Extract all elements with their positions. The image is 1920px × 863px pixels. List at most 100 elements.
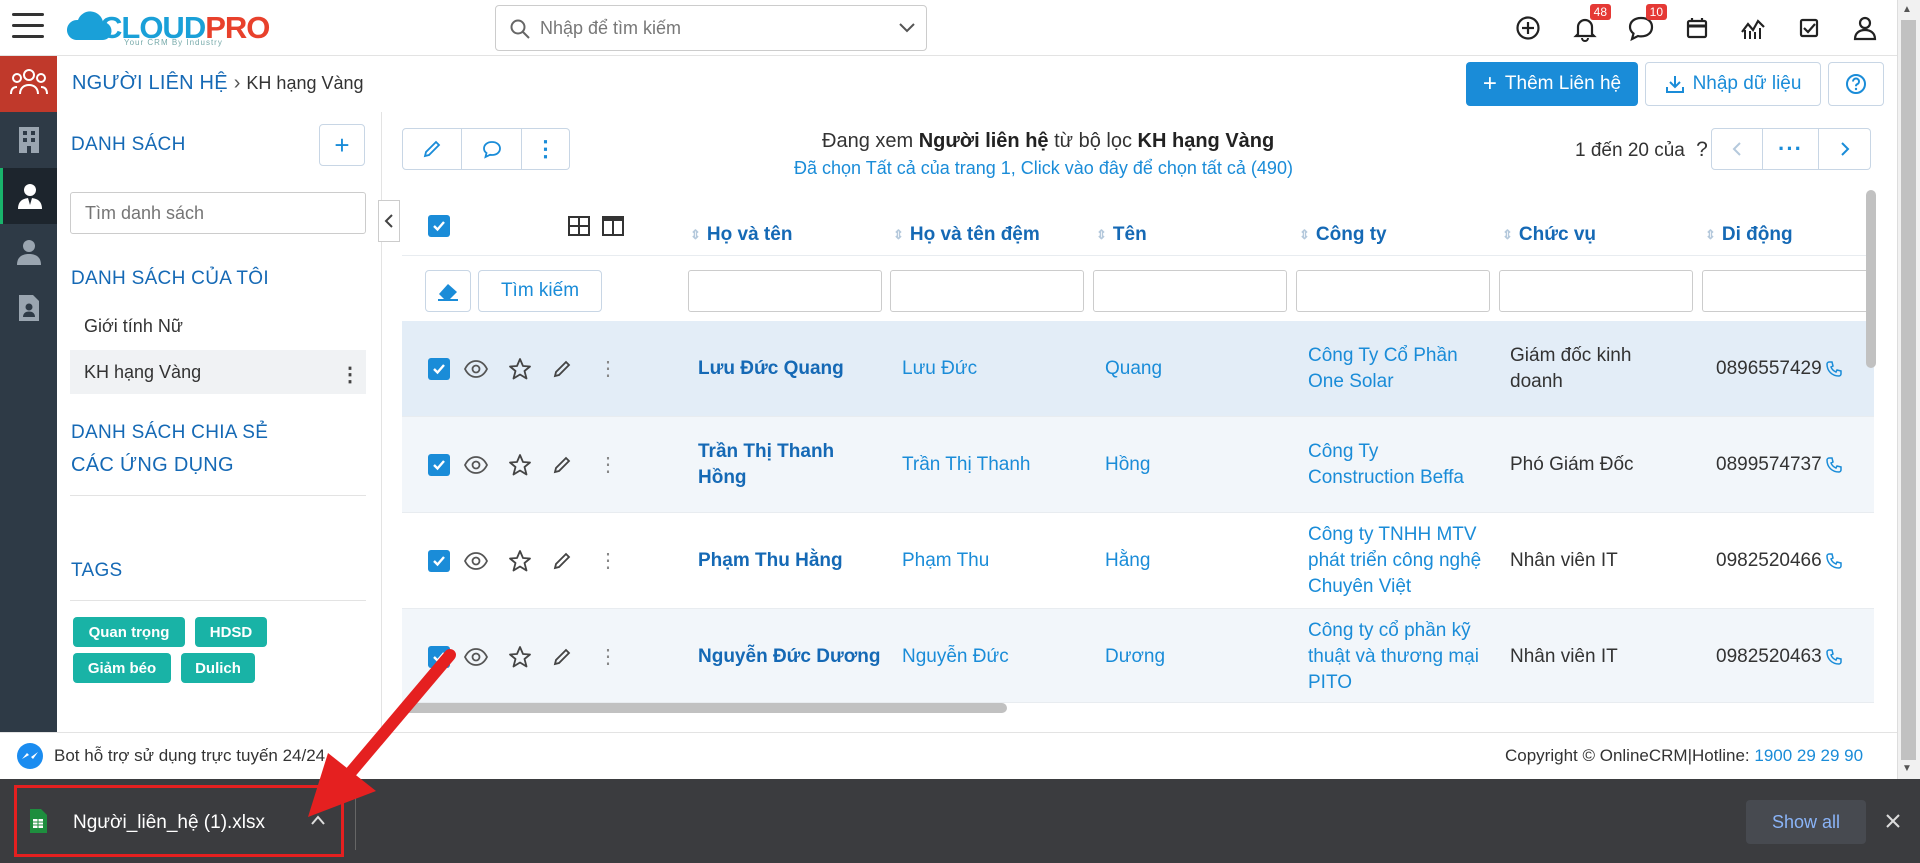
table-row[interactable]: ⋮ Phạm Thu Hằng Phạm Thu Hằng Công ty TNHH M… xyxy=(402,513,1874,609)
close-icon[interactable] xyxy=(1884,812,1902,830)
edit-button[interactable] xyxy=(402,128,462,170)
horizontal-scrollbar[interactable] xyxy=(402,703,1007,713)
select-all-link[interactable]: Đã chọn Tất cả của trang 1, Click vào đâ… xyxy=(794,158,1293,179)
bot-support-text[interactable]: Bot hỗ trợ sử dụng trực tuyến 24/24 xyxy=(54,746,325,766)
analytics-icon[interactable] xyxy=(1737,12,1769,44)
clear-filter-button[interactable] xyxy=(425,270,471,312)
import-data-button[interactable]: Nhập dữ liệu xyxy=(1645,62,1821,106)
add-circle-icon[interactable] xyxy=(1512,12,1544,44)
row-more-icon[interactable]: ⋮ xyxy=(598,321,618,417)
col-header-company[interactable]: ⇕ Công ty xyxy=(1299,215,1387,255)
messenger-icon[interactable] xyxy=(16,742,44,770)
calendar-icon[interactable] xyxy=(1681,12,1713,44)
more-actions-button[interactable]: ⋮ xyxy=(522,128,570,170)
next-page-button[interactable] xyxy=(1819,128,1871,170)
table-row[interactable]: ⋮ Trần Thị Thanh Hồng Trần Thị Thanh Hồng Côn… xyxy=(402,417,1874,513)
global-search[interactable] xyxy=(495,5,927,51)
bell-icon[interactable]: 48 xyxy=(1569,4,1611,44)
cell-first-name[interactable]: Hồng xyxy=(1105,417,1295,513)
add-contact-button[interactable]: + Thêm Liên hệ xyxy=(1466,62,1638,106)
list-search-input[interactable] xyxy=(70,192,366,234)
user-profile-icon[interactable] xyxy=(1849,12,1881,44)
cell-first-name[interactable]: Dương xyxy=(1105,609,1295,702)
sidebar-leads[interactable] xyxy=(0,224,57,280)
column-layout-icon[interactable] xyxy=(602,216,624,236)
tag-travel[interactable]: Dulich xyxy=(181,653,255,683)
show-all-downloads-button[interactable]: Show all xyxy=(1746,800,1866,844)
sidebar-contacts-group[interactable] xyxy=(0,56,57,112)
cell-middle-name[interactable]: Phạm Thu xyxy=(902,513,1092,609)
cell-first-name[interactable]: Hằng xyxy=(1105,513,1295,609)
phone-call-icon[interactable] xyxy=(1825,553,1842,569)
table-vertical-scrollbar[interactable] xyxy=(1866,190,1876,368)
list-item-gold[interactable]: KH hạng Vàng xyxy=(84,362,201,383)
row-more-icon[interactable]: ⋮ xyxy=(598,513,618,609)
comment-button[interactable] xyxy=(462,128,522,170)
chat-icon[interactable]: 10 xyxy=(1625,4,1667,44)
cloudpro-logo[interactable]: CLOUDPRO Your CRM By Industry xyxy=(66,2,276,50)
col-header-mobile[interactable]: ⇕ Di động xyxy=(1705,215,1793,255)
cell-fullname[interactable]: Trần Thị Thanh Hồng xyxy=(698,417,888,513)
search-button[interactable]: Tìm kiếm xyxy=(478,270,602,312)
cell-middle-name[interactable]: Trần Thị Thanh xyxy=(902,417,1092,513)
edit-pencil-icon[interactable] xyxy=(552,417,572,513)
collapse-panel-button[interactable] xyxy=(378,200,400,242)
phone-call-icon[interactable] xyxy=(1825,361,1842,377)
col-header-first-name[interactable]: ⇕ Tên xyxy=(1096,215,1147,255)
tag-hdsd[interactable]: HDSD xyxy=(195,617,267,647)
edit-pencil-icon[interactable] xyxy=(552,609,572,702)
col-header-title[interactable]: ⇕ Chức vụ xyxy=(1502,215,1596,255)
filter-first-name-input[interactable] xyxy=(1093,270,1287,312)
tag-weight-loss[interactable]: Giảm béo xyxy=(73,653,171,683)
tag-important[interactable]: Quan trọng xyxy=(73,617,185,647)
prev-page-button[interactable] xyxy=(1711,128,1763,170)
scroll-down-icon[interactable]: ▼ xyxy=(1902,763,1912,774)
phone-call-icon[interactable] xyxy=(1825,457,1842,473)
cell-middle-name[interactable]: Lưu Đức xyxy=(902,321,1092,417)
cell-first-name[interactable]: Quang xyxy=(1105,321,1295,417)
favorite-star-icon[interactable] xyxy=(508,609,532,702)
download-filename[interactable]: Người_liên_hệ (1).xlsx xyxy=(73,812,265,834)
menu-icon[interactable] xyxy=(12,13,44,41)
select-all-checkbox[interactable] xyxy=(428,215,450,237)
cell-company[interactable]: Công ty cổ phần kỹ thuật và thương mại PIT… xyxy=(1308,609,1498,702)
filter-title-input[interactable] xyxy=(1499,270,1693,312)
cell-company[interactable]: Công Ty Cổ Phần One Solar xyxy=(1308,321,1498,417)
view-eye-icon[interactable] xyxy=(464,321,488,417)
cell-middle-name[interactable]: Nguyễn Đức xyxy=(902,609,1092,702)
edit-pencil-icon[interactable] xyxy=(552,321,572,417)
filter-middle-name-input[interactable] xyxy=(890,270,1084,312)
apps-title[interactable]: CÁC ỨNG DỤNG xyxy=(71,454,234,477)
shared-lists-title[interactable]: DANH SÁCH CHIA SẺ xyxy=(71,422,268,444)
sidebar-contacts[interactable] xyxy=(0,168,57,224)
filter-mobile-input[interactable] xyxy=(1702,270,1872,312)
row-checkbox[interactable] xyxy=(428,358,450,380)
row-checkbox[interactable] xyxy=(428,550,450,572)
favorite-star-icon[interactable] xyxy=(508,417,532,513)
table-row[interactable]: ⋮ Nguyễn Đức Dương Nguyễn Đức Dương Công ty … xyxy=(402,609,1874,703)
row-checkbox[interactable] xyxy=(428,454,450,476)
phone-call-icon[interactable] xyxy=(1825,649,1842,665)
sidebar-documents[interactable] xyxy=(0,280,57,336)
table-row[interactable]: ⋮ Lưu Đức Quang Lưu Đức Quang Công Ty Cổ Phầ… xyxy=(402,321,1874,417)
breadcrumb-root[interactable]: NGƯỜI LIÊN HỆ xyxy=(72,72,228,94)
grid-layout-icon[interactable] xyxy=(568,216,590,236)
sidebar-organizations[interactable] xyxy=(0,112,57,168)
cell-fullname[interactable]: Nguyễn Đức Dương xyxy=(698,609,888,702)
filter-company-input[interactable] xyxy=(1296,270,1490,312)
favorite-star-icon[interactable] xyxy=(508,321,532,417)
help-button[interactable] xyxy=(1828,62,1884,106)
col-header-middle-name[interactable]: ⇕ Họ và tên đệm xyxy=(893,215,1040,255)
task-check-icon[interactable] xyxy=(1793,12,1825,44)
cell-company[interactable]: Công ty TNHH MTV phát triển công nghệ Chuy… xyxy=(1308,513,1498,609)
list-item-female[interactable]: Giới tính Nữ xyxy=(84,316,183,337)
cell-fullname[interactable]: Phạm Thu Hằng xyxy=(698,513,888,609)
edit-pencil-icon[interactable] xyxy=(552,513,572,609)
hotline-link[interactable]: 1900 29 29 90 xyxy=(1754,746,1863,765)
add-list-button[interactable]: + xyxy=(319,124,365,166)
cell-fullname[interactable]: Lưu Đức Quang xyxy=(698,321,888,417)
favorite-star-icon[interactable] xyxy=(508,513,532,609)
global-search-input[interactable] xyxy=(540,14,870,42)
list-item-more-icon[interactable]: ⋮ xyxy=(340,362,360,387)
page-menu-button[interactable]: ··· xyxy=(1763,128,1819,170)
